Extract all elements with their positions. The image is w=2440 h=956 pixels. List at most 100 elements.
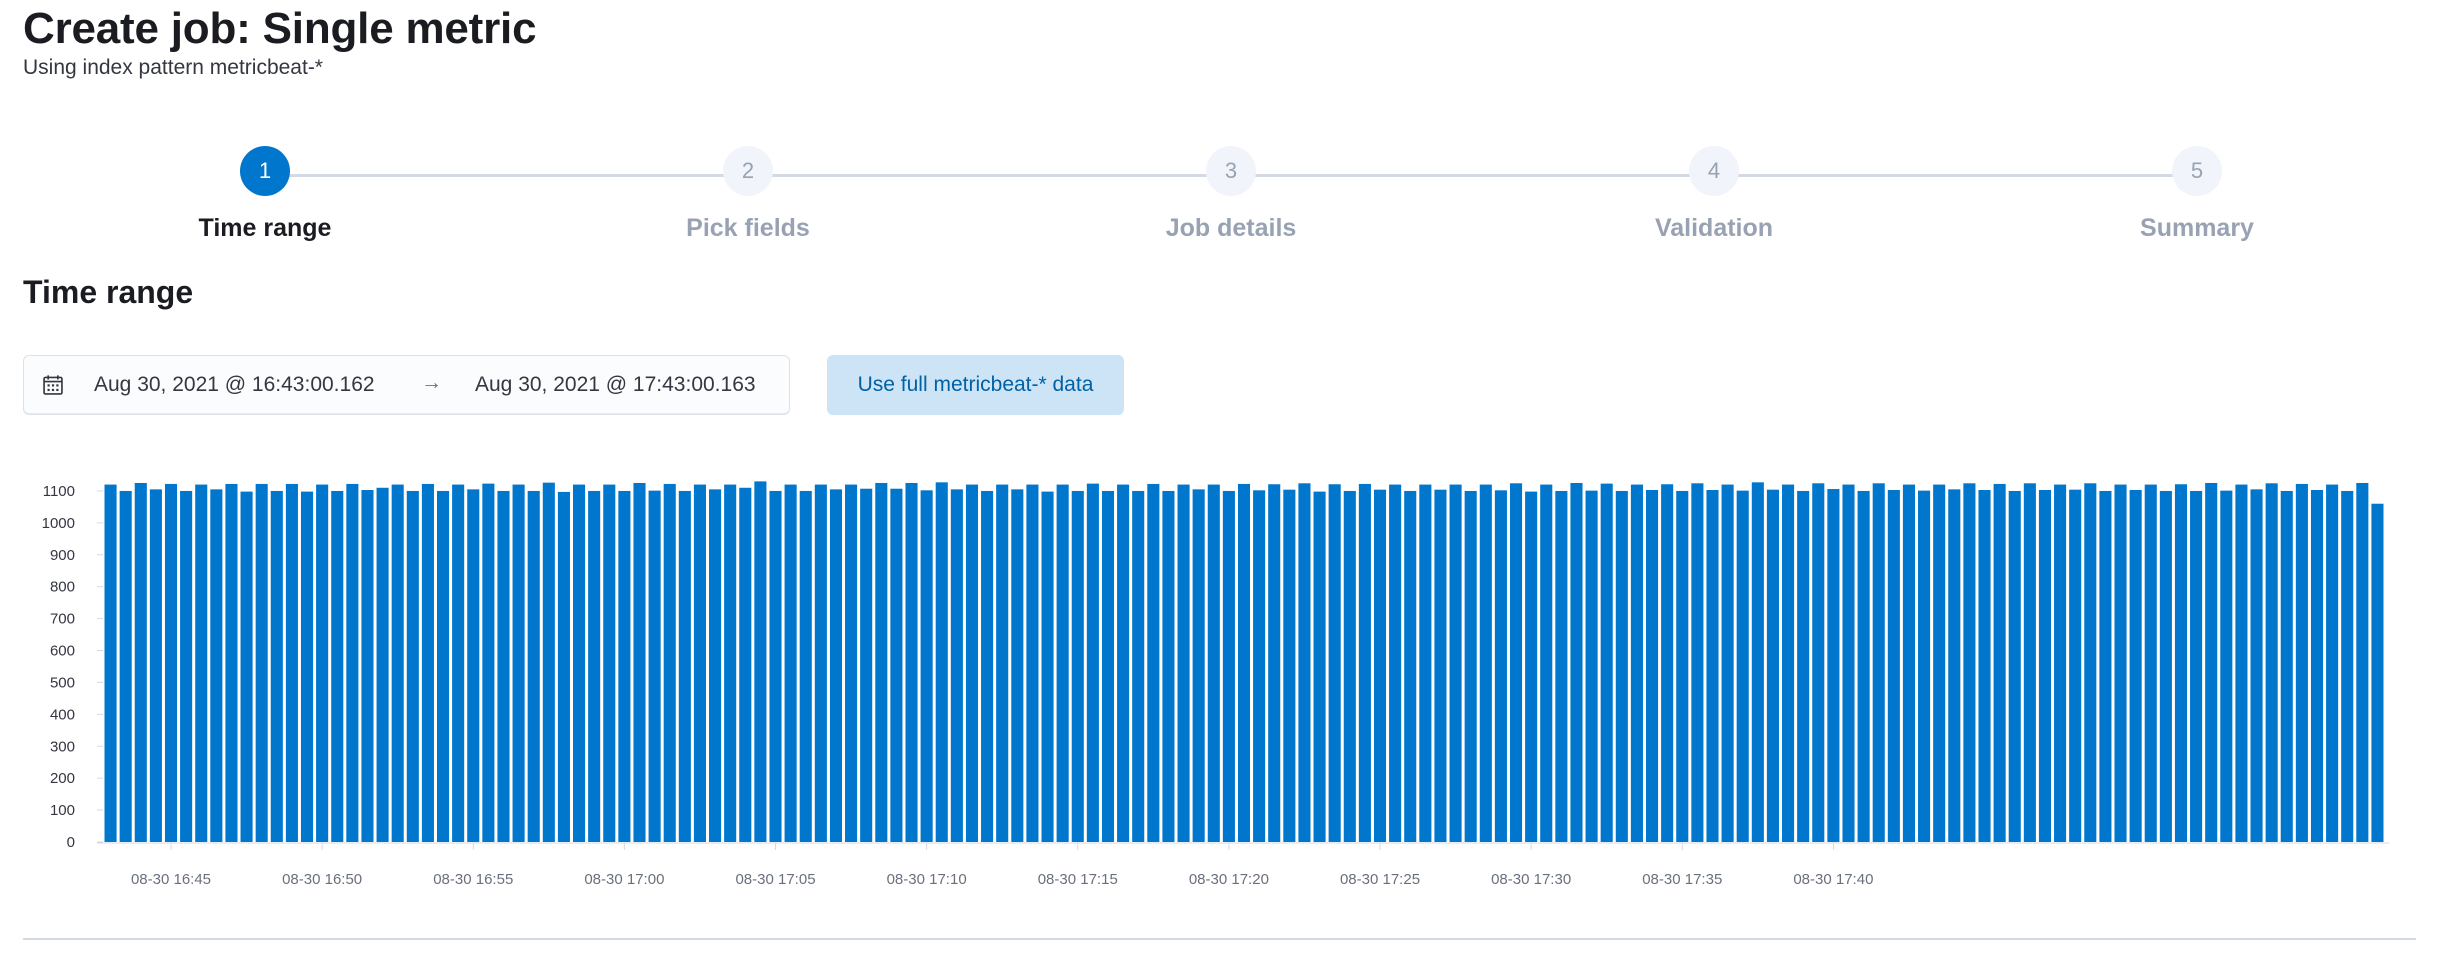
chart-bar xyxy=(2356,482,2369,842)
chart-bar xyxy=(814,484,827,842)
chart-bar xyxy=(1645,489,1659,842)
chart-bar xyxy=(2084,483,2097,842)
step-number-badge[interactable]: 3 xyxy=(1206,146,1256,196)
start-date-input[interactable]: Aug 30, 2021 @ 16:43:00.162 xyxy=(94,373,375,397)
chart-bar xyxy=(1192,489,1205,842)
chart-bar xyxy=(2114,484,2127,842)
step-summary[interactable]: 5 Summary xyxy=(2047,146,2347,243)
chart-bar xyxy=(693,484,706,842)
chart-bar xyxy=(2099,490,2112,842)
chart-bar xyxy=(2069,489,2082,842)
chart-bar xyxy=(1147,483,1160,842)
chart-bar xyxy=(2326,484,2339,842)
step-number-badge[interactable]: 5 xyxy=(2172,146,2222,196)
chart-bar xyxy=(1494,490,1507,842)
chart-bar xyxy=(285,483,298,842)
chart-bar xyxy=(482,483,495,842)
chart-bar xyxy=(527,490,540,842)
step-title[interactable]: Job details xyxy=(1081,214,1381,243)
chart-bar xyxy=(421,483,434,842)
chart-bar xyxy=(1101,490,1115,842)
chart-bar xyxy=(180,490,193,842)
chart-bar xyxy=(225,483,238,842)
chart-bar xyxy=(1343,490,1356,842)
chart-bar xyxy=(618,490,631,842)
step-job-details[interactable]: 3 Job details xyxy=(1081,146,1381,243)
chart-bar xyxy=(1661,484,1674,842)
page-title: Create job: Single metric xyxy=(23,4,537,53)
y-tick-label: 100 xyxy=(50,802,75,819)
step-number-badge[interactable]: 1 xyxy=(240,146,290,196)
chart-bar xyxy=(799,490,812,842)
x-tick-label: 08-30 17:20 xyxy=(1189,871,1269,888)
y-tick-label: 1100 xyxy=(43,483,75,500)
chart-bar xyxy=(542,482,555,842)
chart-bar xyxy=(436,490,450,842)
step-number-badge[interactable]: 2 xyxy=(723,146,773,196)
chart-bar xyxy=(1751,482,1764,842)
chart-bar xyxy=(875,482,888,842)
chart-bar xyxy=(2371,503,2384,842)
chart-bar xyxy=(920,490,933,842)
chart-bar xyxy=(255,483,268,842)
section-title: Time range xyxy=(23,274,194,310)
chart-bar xyxy=(331,490,344,842)
date-range-picker[interactable]: Aug 30, 2021 @ 16:43:00.162 → Aug 30, 20… xyxy=(23,355,790,415)
chart-bar xyxy=(104,484,117,842)
chart-bar xyxy=(2280,490,2293,842)
x-tick-label: 08-30 16:55 xyxy=(433,871,513,888)
chart-bar xyxy=(663,483,676,842)
chart-bar xyxy=(1766,489,1779,842)
calendar-icon[interactable] xyxy=(42,374,64,396)
chart-bar xyxy=(996,484,1009,842)
step-validation[interactable]: 4 Validation xyxy=(1564,146,1864,243)
chart-bar xyxy=(1464,490,1477,842)
step-title[interactable]: Pick fields xyxy=(598,214,898,243)
x-tick-label: 08-30 17:00 xyxy=(584,871,664,888)
step-pick-fields[interactable]: 2 Pick fields xyxy=(598,146,898,243)
chart-bar xyxy=(1373,489,1387,842)
step-time-range[interactable]: 1 Time range xyxy=(115,146,415,243)
chart-bar xyxy=(1011,489,1024,842)
wizard-steps: 1 Time range 2 Pick fields 3 Job details… xyxy=(0,146,2440,256)
chart-bar xyxy=(2144,484,2157,842)
chart-bar xyxy=(1872,483,1885,842)
chart-bar xyxy=(1404,490,1417,842)
chart-bar xyxy=(1313,491,1326,842)
step-number-badge[interactable]: 4 xyxy=(1689,146,1739,196)
chart-bar xyxy=(452,484,465,842)
chart-bar xyxy=(1630,484,1643,842)
step-title[interactable]: Summary xyxy=(2047,214,2347,243)
chart-bar xyxy=(1207,484,1220,842)
chart-bar xyxy=(1993,483,2006,842)
chart-bar xyxy=(1283,489,1296,842)
y-tick-label: 500 xyxy=(50,674,75,691)
use-full-data-button[interactable]: Use full metricbeat-* data xyxy=(827,355,1124,415)
chart-bar xyxy=(648,490,661,842)
chart-bar xyxy=(1887,489,1900,842)
x-tick-label: 08-30 17:25 xyxy=(1340,871,1420,888)
chart-bar xyxy=(1797,490,1810,842)
chart-bar xyxy=(1615,490,1628,842)
chart-bar xyxy=(1419,484,1432,842)
x-tick-label: 08-30 17:15 xyxy=(1038,871,1118,888)
step-title[interactable]: Validation xyxy=(1564,214,1864,243)
chart-bar xyxy=(2341,490,2354,842)
chart-bar xyxy=(2190,490,2203,842)
chart-bar xyxy=(2129,489,2142,842)
chart-bar xyxy=(2265,483,2278,842)
chart-bar xyxy=(2008,490,2021,842)
chart-bar xyxy=(512,484,525,842)
y-tick-label: 800 xyxy=(50,579,75,596)
chart-bar xyxy=(316,484,329,842)
y-tick-label: 900 xyxy=(50,547,75,564)
arrow-right-icon: → xyxy=(421,371,442,394)
end-date-input[interactable]: Aug 30, 2021 @ 17:43:00.163 xyxy=(475,373,756,397)
chart-bar xyxy=(361,489,374,842)
chart-bar xyxy=(1706,489,1719,842)
step-title[interactable]: Time range xyxy=(115,214,415,243)
chart-bar xyxy=(1389,484,1402,842)
x-tick-label: 08-30 17:30 xyxy=(1491,871,1571,888)
chart-bar xyxy=(195,484,208,842)
chart-bar xyxy=(633,482,646,842)
